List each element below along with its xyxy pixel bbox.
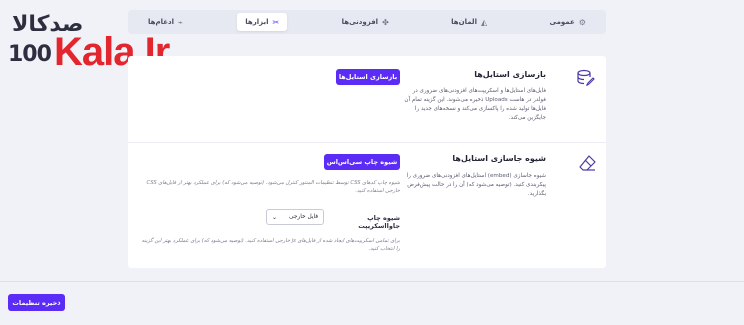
css-print-method-button[interactable]: شیوه چاپ سی‌اس‌اس	[324, 154, 400, 170]
settings-tabs: ⚙ عمومی ◭ المان‌ها ✤ افزودنی‌ها ✂ ابزاره…	[128, 10, 606, 34]
database-brush-icon	[577, 69, 595, 86]
tab-label: عمومی	[549, 18, 575, 26]
css-print-hint: شیوه چاپ کدهای CSS توسط تنظیمات المنتور …	[146, 180, 400, 194]
save-settings-button[interactable]: ذخیره تنظیمات	[8, 294, 65, 311]
section-desc-embed: شیوه جاسازی (embed) استایل‌های افزودنی‌ه…	[406, 173, 546, 197]
shapes-icon: ◭	[480, 17, 488, 27]
section-title-embed: شیوه جاسازی استایل‌ها	[452, 154, 546, 163]
tab-integrations[interactable]: ⌁ ادغام‌ها	[140, 13, 191, 31]
section-desc-rebuild: فایل‌های استایل‌ها و اسکریپت‌های افزودنی…	[404, 88, 546, 121]
gear-icon: ⚙	[578, 17, 586, 27]
tab-addons[interactable]: ✤ افزودنی‌ها	[334, 13, 397, 31]
js-print-label: شیوه چاپ جاوااسکریپت	[358, 214, 400, 230]
tab-elements[interactable]: ◭ المان‌ها	[443, 13, 495, 31]
js-print-hint: برای تمامی اسکریپت‌های ایجاد شده از فایل…	[141, 238, 400, 252]
section-divider	[128, 142, 606, 143]
tab-tools[interactable]: ✂ ابزارها	[237, 13, 288, 31]
js-print-select-value: فایل خارجی	[289, 214, 318, 220]
rebuild-styles-button[interactable]: بازسازی استایل‌ها	[336, 69, 400, 85]
tab-label: المان‌ها	[451, 18, 477, 26]
footer-divider	[0, 281, 744, 282]
tab-label: ادغام‌ها	[148, 18, 175, 26]
puzzle-icon: ✤	[382, 17, 389, 27]
tools-card: بازسازی استایل‌ها فایل‌های استایل‌ها و ا…	[128, 56, 606, 268]
section-title-rebuild: بازسازی استایل‌ها	[474, 70, 546, 79]
tab-label: ابزارها	[245, 18, 269, 26]
logo-number: 100	[8, 42, 52, 67]
js-print-select[interactable]: فایل خارجی ⌄	[266, 209, 324, 225]
plug-icon: ⌁	[178, 17, 183, 27]
tab-label: افزودنی‌ها	[341, 18, 379, 26]
tab-general[interactable]: ⚙ عمومی	[542, 13, 594, 31]
tools-icon: ✂	[272, 17, 280, 27]
chevron-down-icon: ⌄	[272, 213, 278, 221]
eraser-icon	[579, 155, 596, 171]
